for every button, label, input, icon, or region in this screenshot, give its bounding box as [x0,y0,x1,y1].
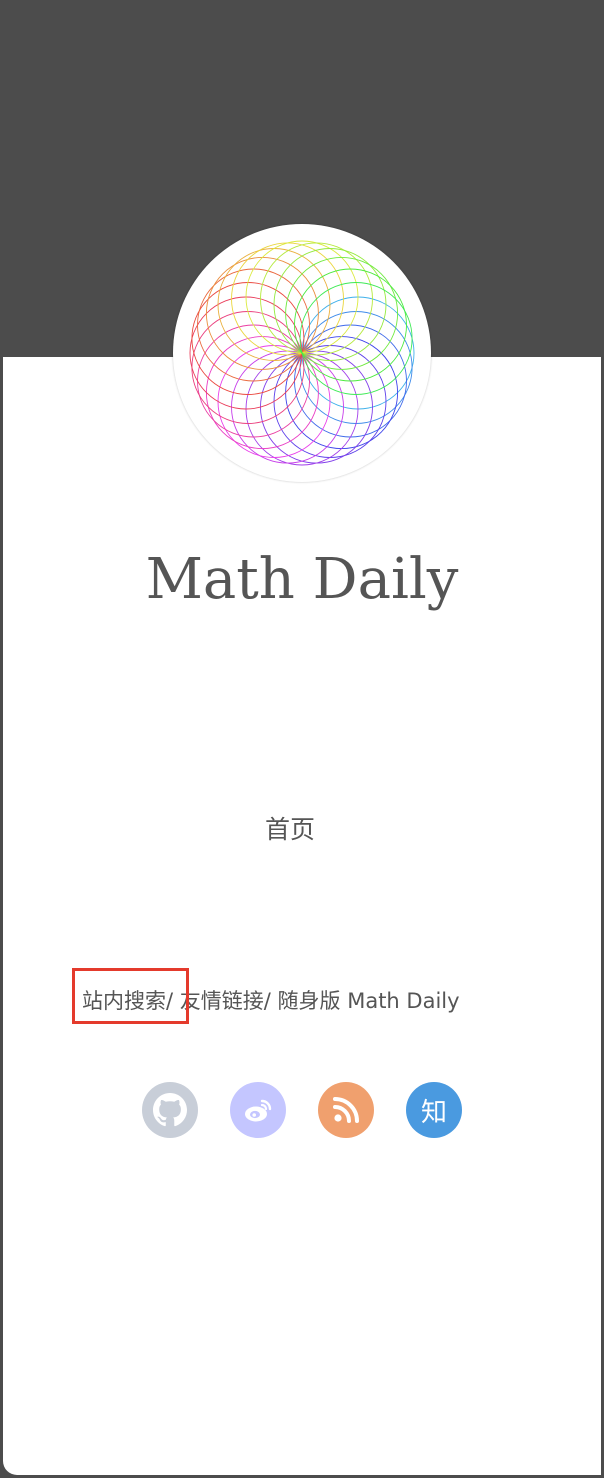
weibo-button[interactable] [230,1082,286,1138]
weibo-icon [245,1099,272,1122]
github-icon [153,1093,187,1127]
zhihu-icon: 知 [420,1097,447,1128]
github-button[interactable] [142,1082,198,1138]
friend-links-link[interactable]: 友情链接 [180,989,264,1013]
site-title[interactable]: Math Daily [0,545,604,615]
search-link-highlight-box [72,968,189,1024]
rss-button[interactable] [318,1082,374,1138]
page: Math Daily 首页 站内搜索/ 友情链接/ 随身版 Math Daily… [0,0,604,1478]
sidebar-panel [3,357,601,1475]
link-separator: / [263,989,271,1013]
mobile-version-link[interactable]: 随身版 Math Daily [278,989,460,1013]
zhihu-button[interactable]: 知 [406,1082,462,1138]
rosette-logo-icon [189,240,415,466]
rss-icon [333,1097,359,1123]
avatar[interactable] [173,224,431,482]
nav-home-link[interactable]: 首页 [0,812,580,848]
